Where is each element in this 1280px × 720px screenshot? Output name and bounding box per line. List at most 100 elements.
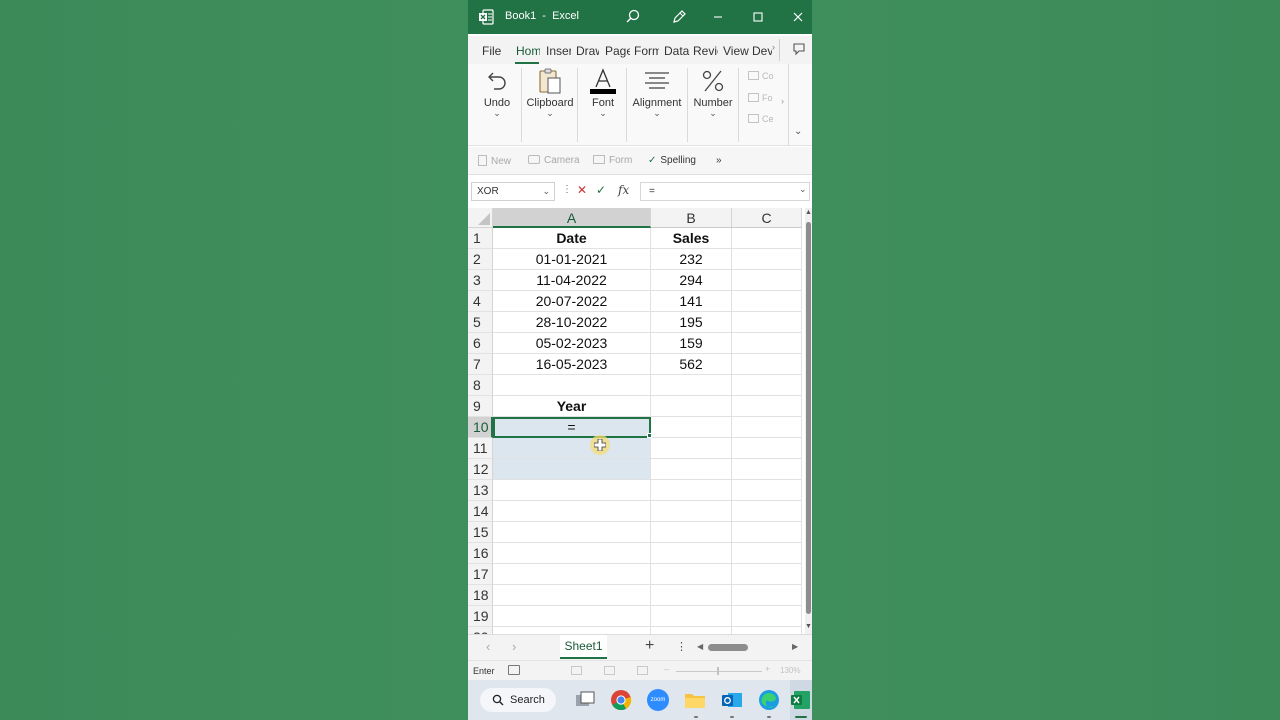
cell-b11[interactable] — [651, 438, 732, 459]
tab-home[interactable]: Hom — [516, 44, 540, 58]
cell-b19[interactable] — [651, 606, 732, 627]
tab-view[interactable]: View — [723, 44, 749, 58]
row-header-10[interactable]: 10 — [468, 417, 493, 438]
chrome-icon[interactable] — [610, 689, 632, 711]
maximize-icon[interactable] — [749, 8, 767, 26]
page-break-view-icon[interactable] — [637, 666, 648, 675]
row-header-6[interactable]: 6 — [468, 333, 493, 354]
row-header-14[interactable]: 14 — [468, 501, 493, 522]
cell-b7[interactable]: 562 — [651, 354, 732, 375]
row-header-20[interactable]: 20 — [468, 627, 493, 634]
cell-a19[interactable] — [493, 606, 651, 627]
cell-c20[interactable] — [732, 627, 802, 634]
accessibility-icon[interactable] — [508, 665, 520, 675]
cell-b15[interactable] — [651, 522, 732, 543]
row-header-9[interactable]: 9 — [468, 396, 493, 417]
column-header-c[interactable]: C — [732, 208, 802, 228]
cell-b5[interactable]: 195 — [651, 312, 732, 333]
fill-handle[interactable] — [647, 433, 652, 438]
cell-a16[interactable] — [493, 543, 651, 564]
scroll-right-icon[interactable]: ▶ — [792, 642, 798, 651]
minimize-icon[interactable] — [709, 8, 727, 26]
cell-b10[interactable] — [651, 417, 732, 438]
cell-b3[interactable]: 294 — [651, 270, 732, 291]
taskbar-search[interactable]: Search — [480, 688, 556, 712]
comments-icon[interactable] — [791, 41, 807, 57]
row-header-8[interactable]: 8 — [468, 375, 493, 396]
tab-file[interactable]: File — [482, 44, 504, 58]
cell-c3[interactable] — [732, 270, 802, 291]
cell-a2[interactable]: 01-01-2021 — [493, 249, 651, 270]
cell-styles-button[interactable]: Ce — [748, 114, 774, 124]
zoom-app-icon[interactable]: zoom — [647, 689, 669, 711]
excel-icon[interactable] — [790, 689, 812, 711]
expand-ribbon-icon[interactable]: ⌄ — [794, 126, 802, 137]
cell-a7[interactable]: 16-05-2023 — [493, 354, 651, 375]
cell-b2[interactable]: 232 — [651, 249, 732, 270]
name-box[interactable]: XOR ⌄ — [471, 182, 555, 201]
row-header-1[interactable]: 1 — [468, 228, 493, 249]
select-all-button[interactable] — [468, 208, 493, 228]
cell-c18[interactable] — [732, 585, 802, 606]
cell-c19[interactable] — [732, 606, 802, 627]
cell-c1[interactable] — [732, 228, 802, 249]
cell-b13[interactable] — [651, 480, 732, 501]
cell-b1[interactable]: Sales — [651, 228, 732, 249]
cell-b12[interactable] — [651, 459, 732, 480]
cell-a12[interactable] — [493, 459, 651, 480]
column-header-a[interactable]: A — [493, 208, 651, 228]
cell-a17[interactable] — [493, 564, 651, 585]
cell-b8[interactable] — [651, 375, 732, 396]
chevron-right-icon[interactable]: › — [781, 96, 784, 106]
scroll-up-icon[interactable]: ▲ — [805, 209, 812, 216]
row-header-4[interactable]: 4 — [468, 291, 493, 312]
alignment-button[interactable]: Alignment ⌄ — [629, 64, 685, 146]
row-header-18[interactable]: 18 — [468, 585, 493, 606]
insert-function-icon[interactable]: fx — [618, 183, 629, 197]
zoom-slider-thumb[interactable] — [717, 667, 719, 675]
cell-a13[interactable] — [493, 480, 651, 501]
sheet-options-icon[interactable]: ⋮ — [676, 640, 687, 653]
zoom-in-icon[interactable]: + — [765, 664, 770, 674]
formula-input[interactable]: = — [640, 182, 810, 201]
zoom-slider[interactable] — [676, 671, 762, 672]
cell-c11[interactable] — [732, 438, 802, 459]
cell-a15[interactable] — [493, 522, 651, 543]
tab-insert[interactable]: Inser — [546, 44, 571, 58]
cell-a5[interactable]: 28-10-2022 — [493, 312, 651, 333]
clipboard-button[interactable]: Clipboard ⌄ — [524, 64, 576, 146]
cell-b16[interactable] — [651, 543, 732, 564]
more-commands-button[interactable]: » — [716, 155, 722, 166]
pen-icon[interactable] — [670, 8, 688, 26]
enter-icon[interactable]: ✓ — [596, 183, 606, 197]
cell-b20[interactable] — [651, 627, 732, 634]
add-sheet-icon[interactable]: + — [645, 637, 654, 655]
cell-c14[interactable] — [732, 501, 802, 522]
spelling-button[interactable]: ✓ Spelling — [648, 155, 696, 166]
undo-button[interactable]: Undo ⌄ — [478, 64, 516, 146]
cell-a6[interactable]: 05-02-2023 — [493, 333, 651, 354]
file-explorer-icon[interactable] — [684, 689, 706, 711]
vertical-scroll-thumb[interactable] — [806, 222, 811, 614]
cell-a18[interactable] — [493, 585, 651, 606]
cell-a8[interactable] — [493, 375, 651, 396]
format-as-table-button[interactable]: Fo — [748, 93, 773, 103]
cell-b9[interactable] — [651, 396, 732, 417]
task-view-icon[interactable] — [574, 689, 596, 711]
row-header-5[interactable]: 5 — [468, 312, 493, 333]
close-icon[interactable] — [789, 8, 807, 26]
cell-c10[interactable] — [732, 417, 802, 438]
tab-draw[interactable]: Draw — [576, 44, 599, 58]
horizontal-scroll-thumb[interactable] — [708, 644, 748, 651]
cell-c2[interactable] — [732, 249, 802, 270]
scroll-left-icon[interactable]: ◀ — [697, 642, 703, 651]
tab-developer[interactable]: Dev — [752, 44, 772, 58]
search-icon[interactable] — [624, 8, 642, 26]
cell-b14[interactable] — [651, 501, 732, 522]
cell-c5[interactable] — [732, 312, 802, 333]
row-header-2[interactable]: 2 — [468, 249, 493, 270]
more-options-icon[interactable]: ⋮ — [562, 184, 572, 195]
tab-review[interactable]: Revie — [693, 44, 718, 58]
cell-c6[interactable] — [732, 333, 802, 354]
cell-b6[interactable]: 159 — [651, 333, 732, 354]
